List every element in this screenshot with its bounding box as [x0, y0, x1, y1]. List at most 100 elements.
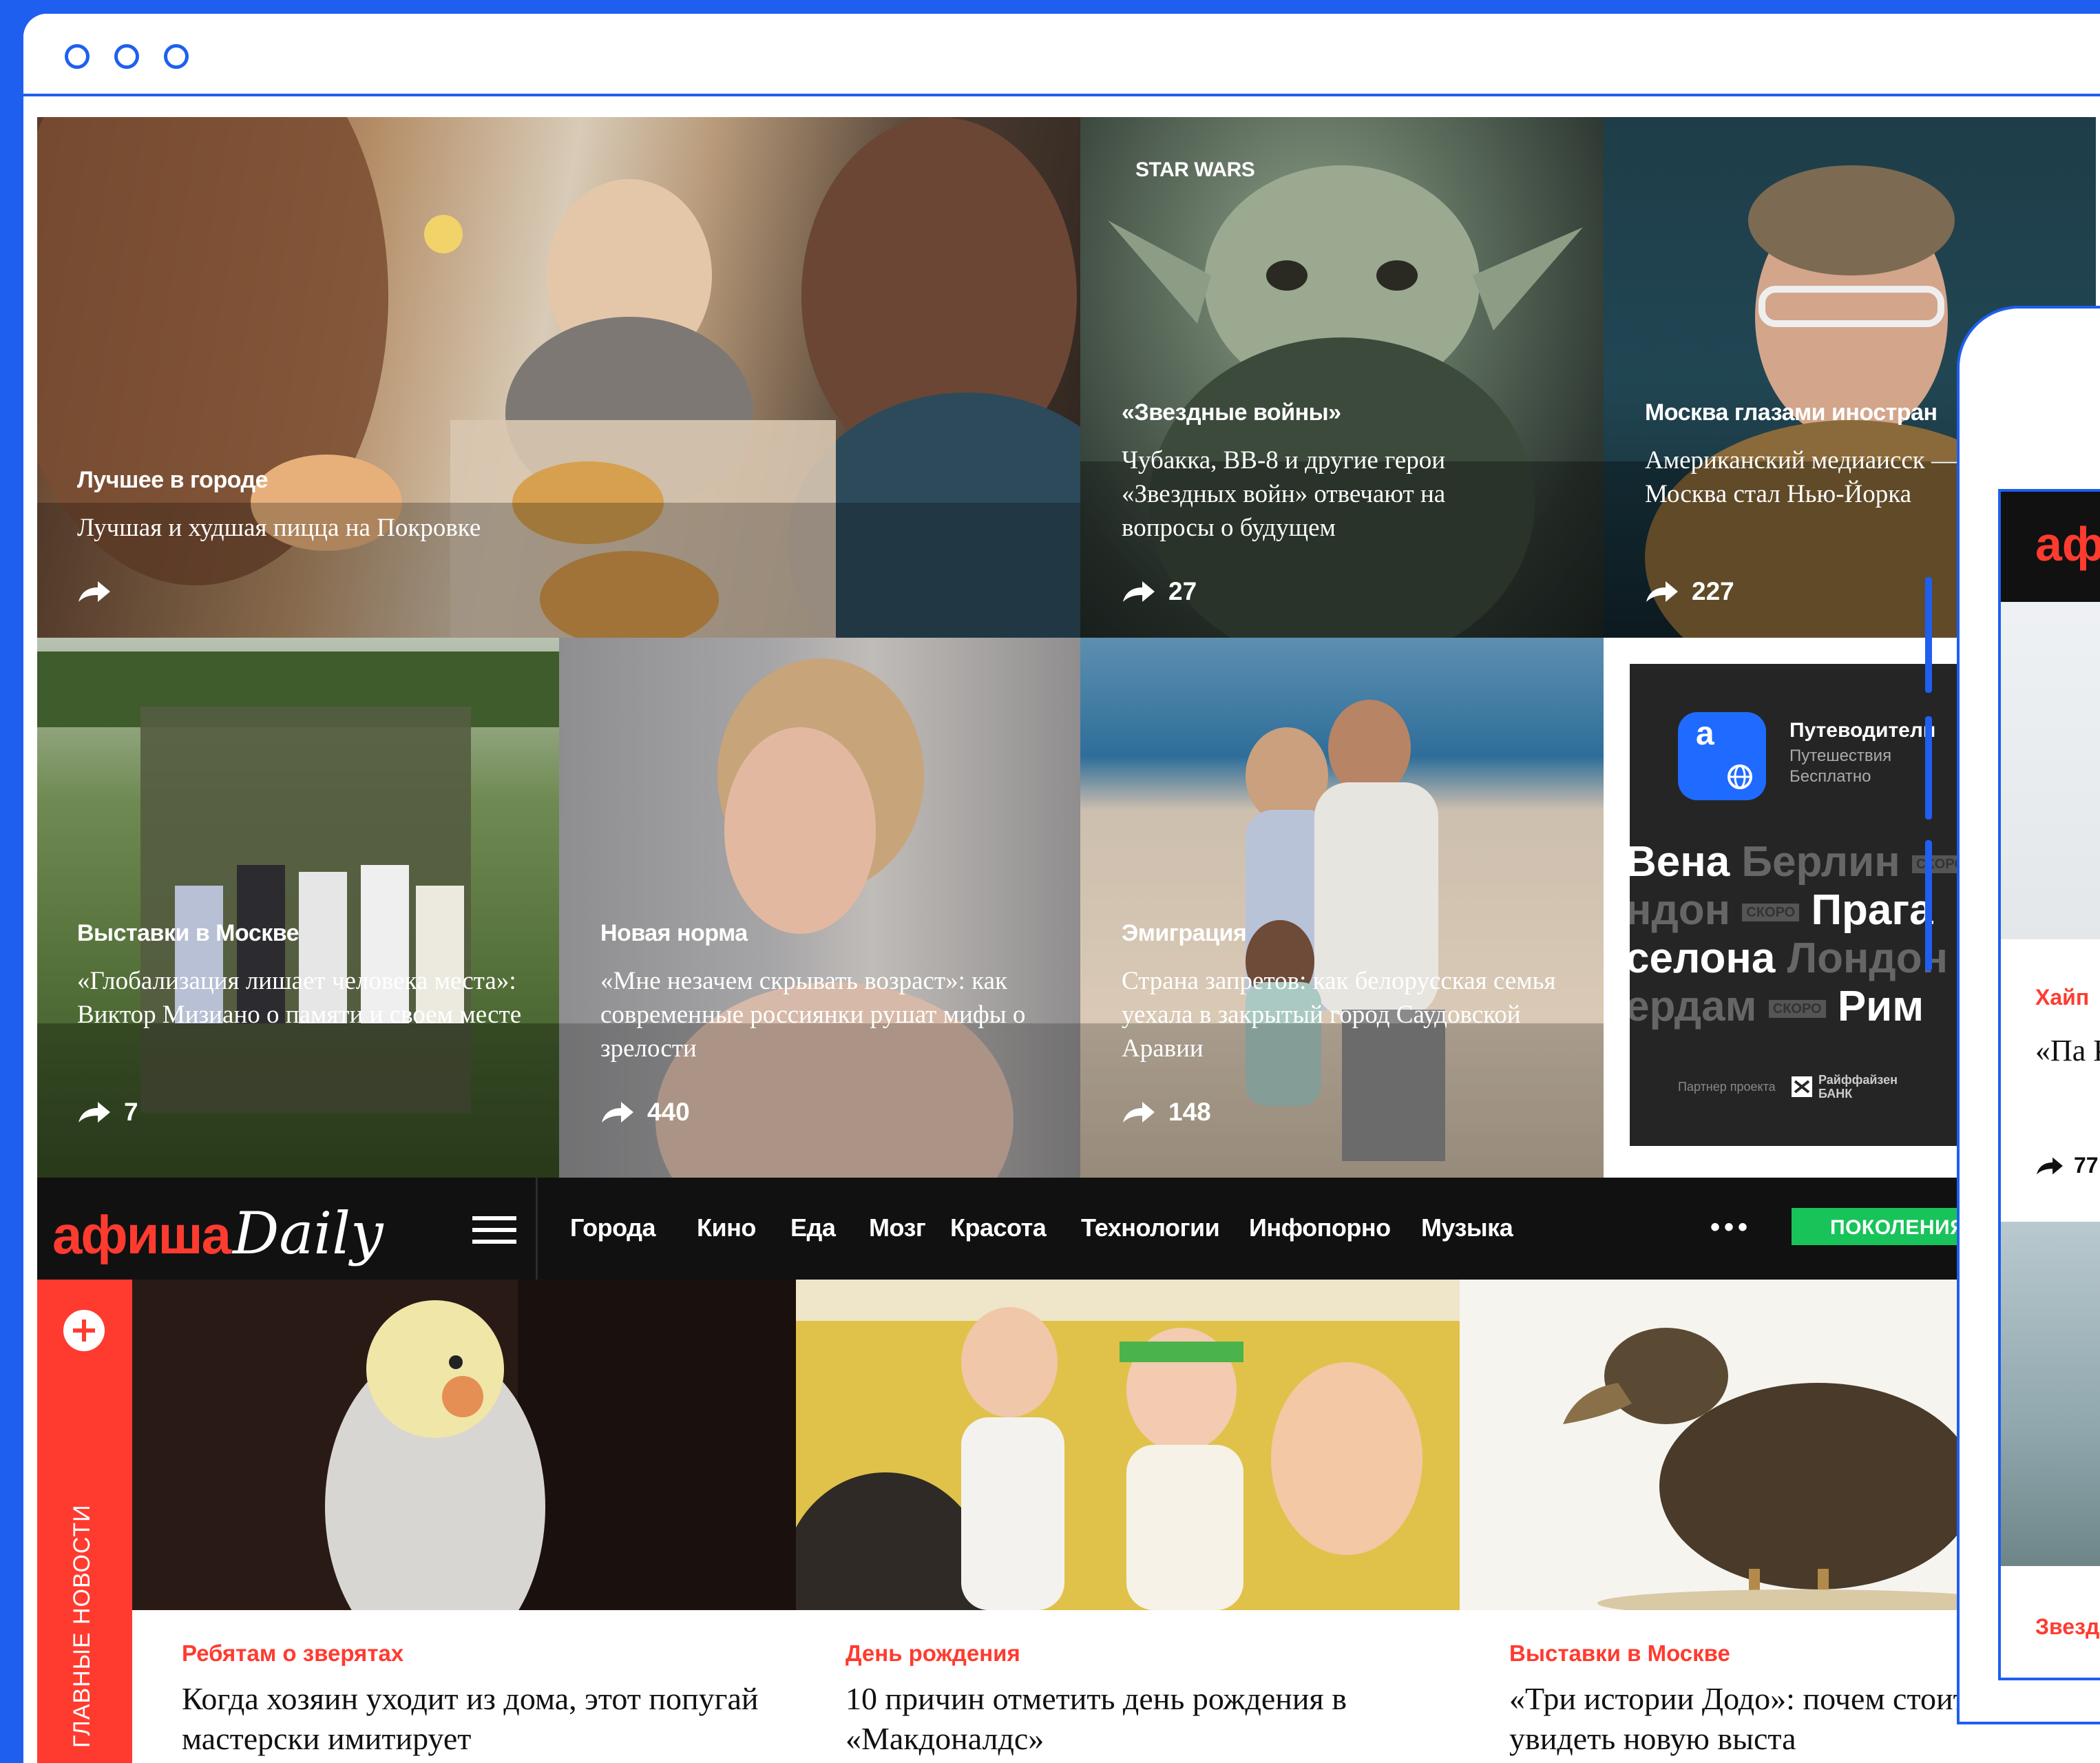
city-line-4: ердам СКОРО Рим [1630, 983, 1924, 1030]
tile-headline[interactable]: «Мне незачем скрывать возраст»: как совр… [600, 964, 1055, 1065]
card-rubric: Ребятам о зверятах [182, 1640, 404, 1666]
ad-price: Бесплатно [1789, 767, 1871, 786]
share-counter[interactable]: 227 [1645, 577, 1734, 606]
share-counter[interactable] [77, 580, 124, 603]
logo-afisha: афиша [52, 1204, 231, 1265]
news-card[interactable]: Ребятам о зверятах Когда хозяин уходит и… [132, 1280, 796, 1763]
page-content: Лучшее в городе Лучшая и худшая пицца на… [37, 117, 2096, 1763]
plus-icon[interactable] [63, 1310, 105, 1351]
promo-button[interactable]: ПОКОЛЕНИЯ [1792, 1208, 1965, 1245]
tile-headline[interactable]: Чубакка, BB-8 и другие герои «Звездных в… [1122, 444, 1535, 545]
nav-item-cities[interactable]: Города [570, 1213, 655, 1242]
share-arrow-icon [2037, 1157, 2063, 1174]
main-news-tab[interactable]: ГЛАВНЫЕ НОВОСТИ [37, 1280, 132, 1763]
tile-star-wars[interactable]: STAR WARS «Звездные войны» Чубакка, BB-8… [1080, 117, 1604, 638]
card-rubric: Выставки в Москве [1509, 1640, 1730, 1666]
beach-family-photo [1080, 700, 1604, 1178]
soon-badge: СКОРО [1768, 1000, 1826, 1019]
share-arrow-icon [602, 1102, 633, 1123]
tile-rubric: «Звездные войны» [1122, 399, 1341, 426]
bank-logo: Райффайзен БАНК [1791, 1073, 1922, 1100]
app-icon: a [1678, 712, 1766, 800]
share-counter[interactable]: 7 [77, 1098, 138, 1127]
yoda-photo [1080, 165, 1604, 638]
tile-headline[interactable]: Лучшая и худшая пицца на Покровке [77, 511, 697, 545]
share-count: 27 [1168, 577, 1197, 605]
share-arrow-icon [1123, 1102, 1155, 1123]
phone-logo[interactable]: аф [2035, 517, 2100, 572]
tile-rubric: Москва глазами иностран [1645, 399, 1938, 426]
tile-headline[interactable]: Страна запретов: как белорусская семья у… [1122, 964, 1576, 1065]
card-rubric: День рождения [846, 1640, 1020, 1666]
city-line-1: Вена Берлин СКОРО [1630, 837, 1969, 886]
share-counter[interactable]: 148 [1122, 1098, 1211, 1127]
window-minimize-button[interactable] [114, 44, 139, 69]
card-title[interactable]: Когда хозяин уходит из дома, этот попуга… [182, 1679, 774, 1759]
pizza-photo [37, 117, 1080, 638]
phone-share-counter[interactable]: 77 [2035, 1153, 2099, 1178]
tile-emigration[interactable]: Эмиграция Страна запретов: как белорусск… [1080, 638, 1604, 1178]
phone-power-button [1925, 840, 1932, 971]
window-close-button[interactable] [65, 44, 90, 69]
tile-rubric: Выставки в Москве [77, 920, 300, 946]
city-line-3: селона Лондон [1630, 935, 1949, 982]
phone-mockup: аф Хайп «Пa Киза 77 Звезд [1957, 306, 2100, 1724]
nav-item-music[interactable]: Музыка [1421, 1213, 1513, 1242]
nav-item-cinema[interactable]: Кино [697, 1213, 756, 1242]
card-title[interactable]: 10 причин отметить день рождения в «Макд… [846, 1679, 1438, 1759]
nav-item-food[interactable]: Еда [790, 1213, 836, 1242]
phone-volume-button [1925, 716, 1932, 820]
portrait-woman-photo [559, 658, 1080, 1178]
share-arrow-icon [1646, 581, 1678, 602]
browser-window: Лучшее в городе Лучшая и худшая пицца на… [23, 14, 2100, 1763]
phone-rubric: Хайп [2035, 985, 2090, 1010]
nav-divider [536, 1178, 538, 1280]
phone-share-count: 77 [2074, 1153, 2099, 1178]
tile-kicker: STAR WARS [1135, 158, 1255, 181]
window-titlebar [23, 14, 2100, 96]
share-count: 440 [647, 1098, 690, 1126]
tile-rubric: Лучшее в городе [77, 467, 269, 493]
site-navbar: афиша Daily Города Кино Еда Мозг Красота… [37, 1178, 2096, 1280]
site-logo[interactable]: афиша Daily [52, 1200, 384, 1267]
logo-daily: Daily [232, 1200, 384, 1267]
phone-article-image [2001, 602, 2100, 939]
menu-icon[interactable] [472, 1216, 516, 1244]
tile-new-norm[interactable]: Новая норма «Мне незачем скрывать возрас… [559, 638, 1080, 1178]
phone-rubric-2: Звезд [2035, 1614, 2100, 1639]
share-arrow-icon [78, 1102, 110, 1123]
soon-badge: СКОРО [1742, 904, 1800, 922]
tile-rubric: Эмиграция [1122, 920, 1247, 946]
more-icon[interactable]: ••• [1710, 1212, 1752, 1243]
nav-item-beauty[interactable]: Красота [950, 1213, 1047, 1242]
plus-glyph [73, 1319, 95, 1342]
share-count: 227 [1692, 577, 1734, 605]
parrot-photo [132, 1280, 796, 1610]
share-arrow-icon [78, 581, 110, 602]
ad-title: Путеводители [1789, 719, 1936, 742]
birthday-photo [796, 1280, 1460, 1610]
window-maximize-button[interactable] [164, 44, 189, 69]
tile-pizza[interactable]: Лучшее в городе Лучшая и худшая пицца на… [37, 117, 1080, 638]
nav-item-brain[interactable]: Мозг [869, 1213, 926, 1242]
phone-article-title[interactable]: «Пa Киза [2035, 1032, 2100, 1070]
share-arrow-icon [1123, 581, 1155, 602]
phone-article-image-2 [2001, 1222, 2100, 1566]
exhibition-photo [37, 651, 559, 1178]
tile-exhibition[interactable]: Выставки в Москве «Глобализация лишает ч… [37, 638, 559, 1178]
main-news-label: ГЛАВНЫЕ НОВОСТИ [69, 1504, 95, 1748]
partner-label: Партнер проекта [1678, 1080, 1776, 1094]
app-icon-letter: a [1696, 716, 1714, 752]
share-count: 7 [124, 1098, 138, 1126]
tile-headline[interactable]: «Глобализация лишает человека места»: Ви… [77, 964, 545, 1032]
globe-icon [1728, 764, 1752, 789]
city-line-2: ндон СКОРО Прага [1630, 886, 1933, 934]
bank-logo-icon [1792, 1076, 1812, 1097]
nav-item-infoporn[interactable]: Инфопорно [1249, 1213, 1391, 1242]
phone-screen: аф Хайп «Пa Киза 77 Звезд [1998, 489, 2100, 1680]
nav-item-tech[interactable]: Технологии [1081, 1213, 1220, 1242]
bank-name: Райффайзен БАНК [1818, 1073, 1898, 1100]
share-counter[interactable]: 27 [1122, 577, 1197, 606]
share-counter[interactable]: 440 [600, 1098, 690, 1127]
news-card[interactable]: День рождения 10 причин отметить день ро… [796, 1280, 1460, 1763]
